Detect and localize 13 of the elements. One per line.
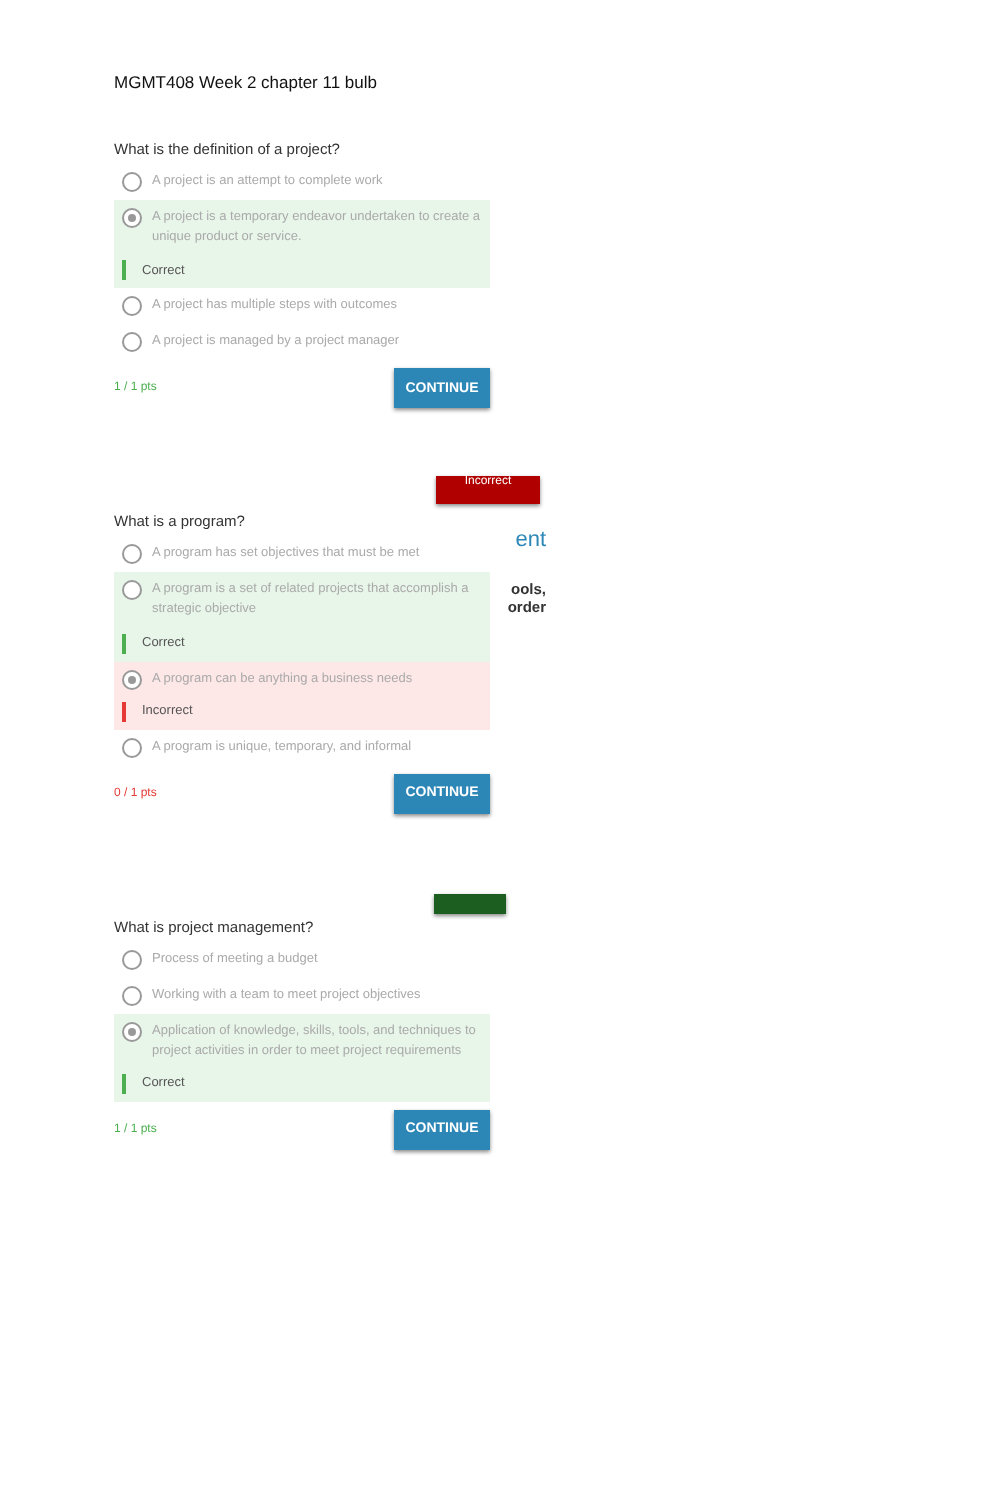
radio-button[interactable] <box>122 1021 142 1042</box>
radio-button[interactable] <box>122 172 142 192</box>
radio-button[interactable] <box>122 296 142 317</box>
document-title: MGMT408 Week 2 chapter 11 bulb <box>114 72 380 92</box>
radio-button[interactable] <box>122 208 142 229</box>
radio-button[interactable] <box>122 669 142 689</box>
radio-button[interactable] <box>122 985 142 1006</box>
background-text: ent <box>515 528 546 553</box>
radio-button[interactable] <box>122 332 142 353</box>
radio-button[interactable] <box>122 949 142 970</box>
radio-button[interactable] <box>122 737 142 758</box>
radio-button[interactable] <box>122 544 142 565</box>
radio-button[interactable] <box>122 580 142 601</box>
